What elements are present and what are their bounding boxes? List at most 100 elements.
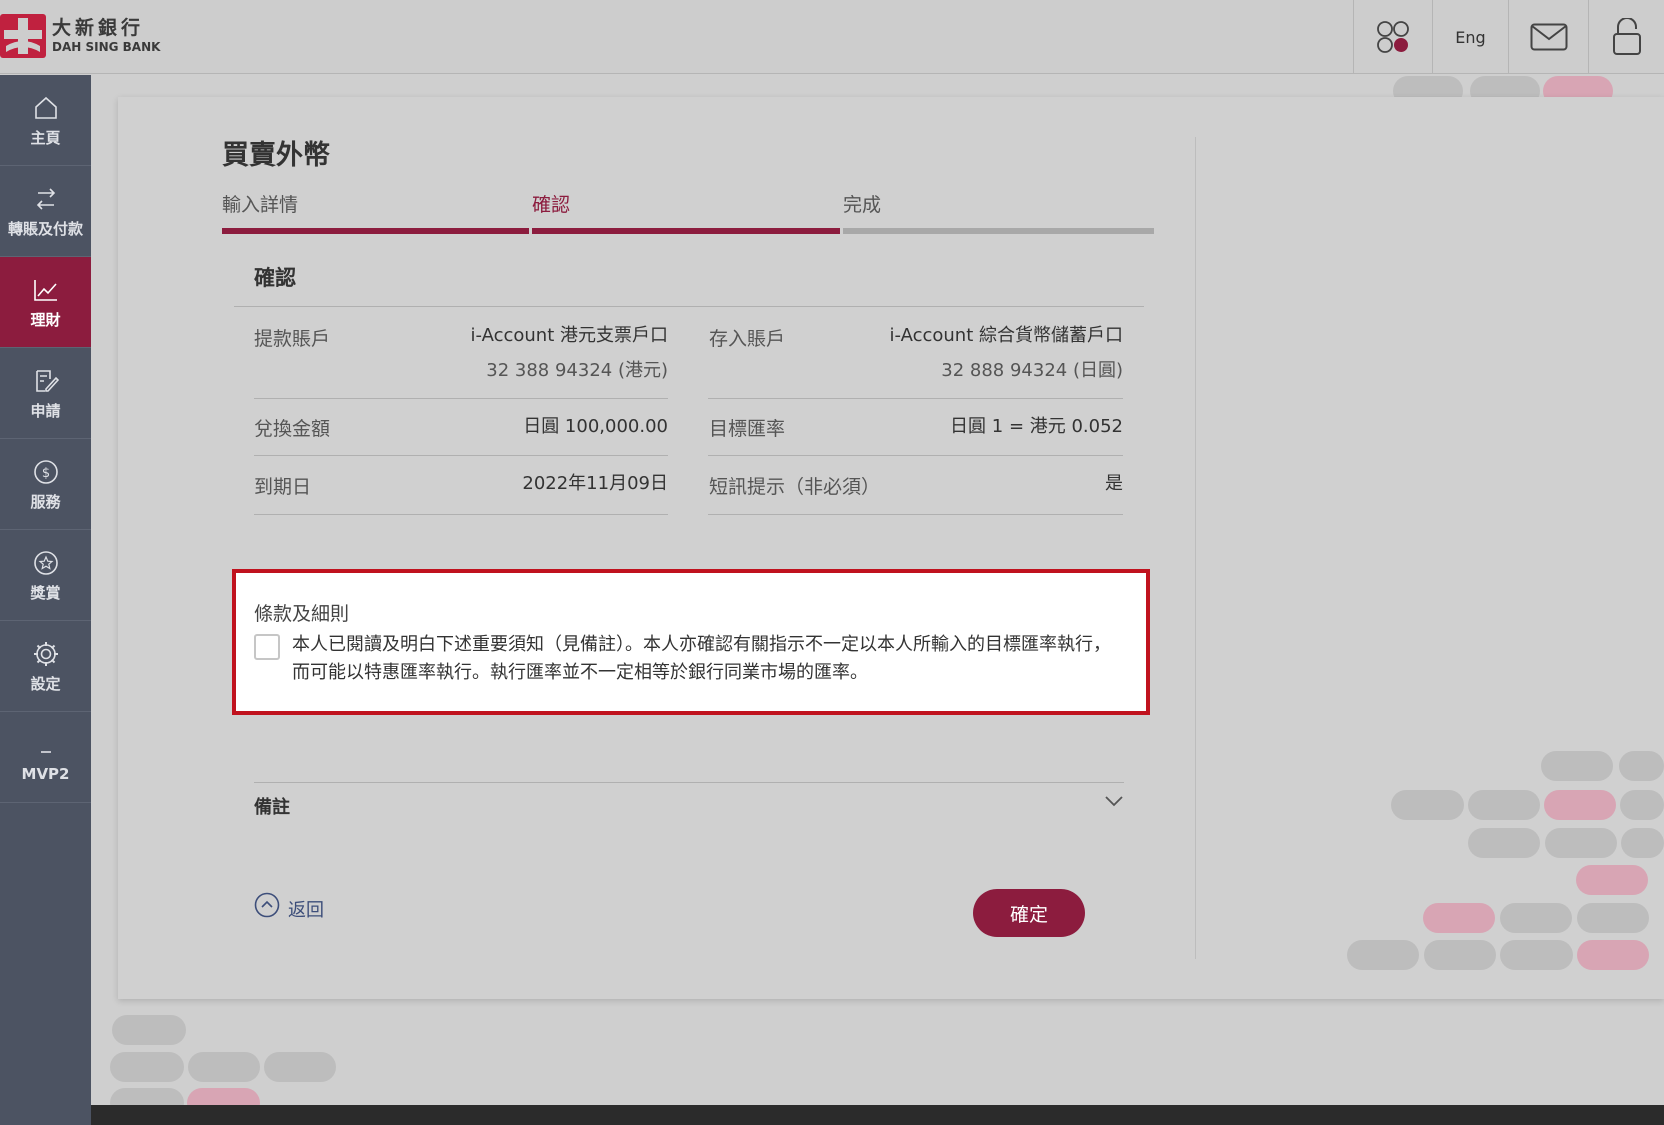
row-divider xyxy=(254,455,668,456)
credit-account-label: 存入賬戶 xyxy=(709,328,786,350)
panel-divider xyxy=(1195,137,1196,959)
dash-icon xyxy=(31,731,61,761)
svg-text:$: $ xyxy=(41,466,49,481)
decor-pill xyxy=(1423,903,1495,933)
mail-icon xyxy=(1530,23,1567,51)
sidebar-item-label: 獎賞 xyxy=(30,583,61,602)
logout-button[interactable] xyxy=(1588,0,1664,74)
decor-pill xyxy=(1347,940,1419,970)
step-label-complete: 完成 xyxy=(843,194,882,216)
step-bar-complete xyxy=(843,228,1154,234)
sidebar-item-label: 申請 xyxy=(30,401,61,420)
target-rate-value: 日圓 1 = 港元 0.052 xyxy=(950,416,1123,437)
sidebar-item-mvp2[interactable]: MVP2 xyxy=(0,712,91,803)
bank-logo[interactable]: 大新銀行 DAH SING BANK xyxy=(0,14,160,58)
step-bar-details xyxy=(222,228,529,234)
page-title: 買賣外幣 xyxy=(222,140,330,171)
section-title: 確認 xyxy=(254,266,296,290)
debit-account-label: 提款賬戶 xyxy=(254,328,331,350)
decor-pill xyxy=(1577,940,1649,970)
chart-icon xyxy=(31,275,61,305)
row-divider xyxy=(254,398,668,399)
logo-mark-icon xyxy=(0,14,46,58)
remarks-accordion[interactable]: 備註 xyxy=(254,782,1124,826)
decor-pill xyxy=(188,1052,260,1082)
decor-pill xyxy=(1577,903,1649,933)
decor-pill xyxy=(1541,751,1613,781)
sidebar-item-label: MVP2 xyxy=(21,765,70,783)
decor-pill xyxy=(112,1015,186,1045)
logo-name-en: DAH SING BANK xyxy=(52,40,161,54)
decor-pill xyxy=(1468,790,1540,820)
decor-pill xyxy=(1619,751,1664,781)
confirm-button[interactable]: 確定 xyxy=(973,889,1085,937)
row-divider xyxy=(708,398,1123,399)
decor-pill xyxy=(1620,790,1664,820)
chevron-down-icon xyxy=(1105,796,1123,807)
decor-pill xyxy=(1576,865,1648,895)
home-icon xyxy=(31,93,61,123)
mail-button[interactable] xyxy=(1508,0,1588,74)
expiry-label: 到期日 xyxy=(254,476,312,498)
bottom-bar xyxy=(91,1105,1664,1125)
decor-pill xyxy=(1545,828,1617,858)
unlock-icon xyxy=(1612,18,1641,55)
target-rate-label: 目標匯率 xyxy=(709,418,786,440)
credit-account-name: i-Account 綜合貨幣儲蓄戶口 xyxy=(889,325,1124,346)
credit-account-number: 32 888 94324 (日圓) xyxy=(941,360,1123,381)
sidebar-item-label: 主頁 xyxy=(30,128,61,147)
sidebar-item-label: 轉賬及付款 xyxy=(7,219,83,238)
section-divider xyxy=(234,306,1144,307)
decor-pill xyxy=(1500,940,1573,970)
decor-pill xyxy=(110,1052,184,1082)
step-bar-confirm xyxy=(532,228,840,234)
debit-account-number: 32 388 94324 (港元) xyxy=(486,360,668,381)
apps-button[interactable] xyxy=(1353,0,1432,74)
sidebar-item-settings[interactable]: 設定 xyxy=(0,621,91,712)
step-label-confirm: 確認 xyxy=(532,194,571,216)
terms-text: 本人已閱讀及明白下述重要須知（見備註）。本人亦確認有關指示不一定以本人所輸入的目… xyxy=(292,634,1111,683)
apps-icon xyxy=(1377,21,1409,53)
decor-pill xyxy=(1621,828,1664,858)
row-divider xyxy=(254,514,668,515)
remarks-label: 備註 xyxy=(254,797,290,818)
terms-box: 條款及細則 本人已閱讀及明白下述重要須知（見備註）。本人亦確認有關指示不一定以本… xyxy=(232,569,1150,715)
row-divider xyxy=(708,514,1123,515)
sidebar: 主頁 轉賬及付款 理財 申請 $ 服務 獎賞 設定 MVP2 xyxy=(0,75,91,1125)
sidebar-item-label: 理財 xyxy=(30,310,61,329)
sidebar-item-apply[interactable]: 申請 xyxy=(0,348,91,439)
edit-icon xyxy=(31,366,61,396)
back-label: 返回 xyxy=(288,900,324,921)
decor-pill xyxy=(1424,940,1496,970)
decor-pill xyxy=(1544,790,1616,820)
sms-alert-value: 是 xyxy=(1105,473,1123,494)
language-toggle[interactable]: Eng xyxy=(1432,0,1508,74)
amount-value: 日圓 100,000.00 xyxy=(523,416,668,437)
sidebar-item-home[interactable]: 主頁 xyxy=(0,75,91,166)
sidebar-item-label: 服務 xyxy=(30,492,61,511)
logo-name-cn: 大新銀行 xyxy=(52,17,145,39)
terms-checkbox[interactable] xyxy=(254,634,280,660)
terms-title: 條款及細則 xyxy=(254,603,350,625)
sidebar-item-transfer[interactable]: 轉賬及付款 xyxy=(0,166,91,257)
decor-pill xyxy=(1468,828,1540,858)
decor-pill xyxy=(264,1052,336,1082)
gear-icon xyxy=(31,639,61,669)
sidebar-item-label: 設定 xyxy=(30,674,61,693)
sidebar-item-rewards[interactable]: 獎賞 xyxy=(0,530,91,621)
transfer-icon xyxy=(31,184,61,214)
debit-account-name: i-Account 港元支票戶口 xyxy=(470,325,669,346)
star-icon xyxy=(31,548,61,578)
top-header: 大新銀行 DAH SING BANK Eng xyxy=(0,0,1664,74)
step-label-details: 輸入詳情 xyxy=(222,194,299,216)
decor-pill xyxy=(1391,790,1464,820)
back-link[interactable]: 返回 xyxy=(254,888,324,922)
sidebar-item-wealth[interactable]: 理財 xyxy=(0,257,91,348)
amount-label: 兌換金額 xyxy=(254,418,331,440)
expiry-value: 2022年11月09日 xyxy=(522,473,668,494)
chevron-up-circle-icon xyxy=(254,892,280,918)
sms-alert-label: 短訊提示（非必須） xyxy=(709,476,881,498)
sidebar-item-services[interactable]: $ 服務 xyxy=(0,439,91,530)
row-divider xyxy=(708,455,1123,456)
dollar-icon: $ xyxy=(31,457,61,487)
